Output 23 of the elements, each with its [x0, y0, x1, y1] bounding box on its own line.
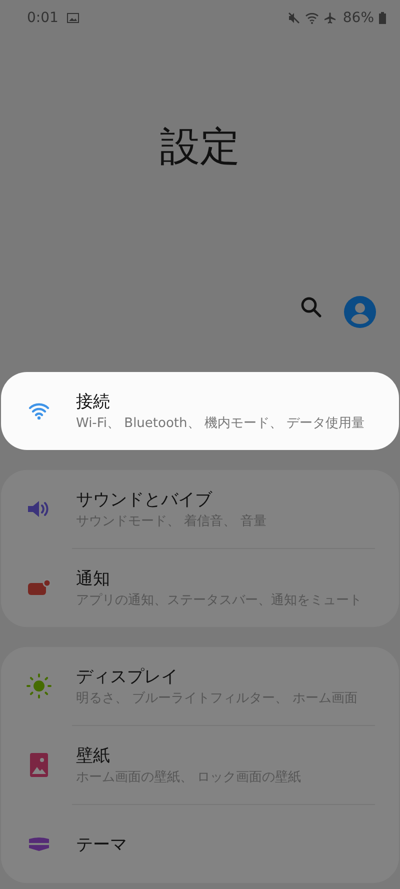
- item-title: ディスプレイ: [76, 666, 179, 688]
- battery-icon: [379, 12, 386, 24]
- page-title: 設定: [160, 122, 240, 172]
- wifi-icon: [304, 12, 319, 24]
- mute-icon: [288, 12, 300, 24]
- speaker-icon: [26, 500, 50, 518]
- item-title: サウンドとバイブ: [76, 488, 214, 511]
- sun-icon: [26, 673, 52, 699]
- item-title: 接続: [76, 390, 111, 413]
- brush-icon: [28, 837, 50, 851]
- item-title: テーマ: [76, 834, 127, 856]
- search-icon[interactable]: [300, 296, 322, 318]
- airplane-icon: [324, 12, 336, 24]
- picture-frame-icon: [30, 753, 48, 777]
- battery-level: 86%: [342, 10, 374, 26]
- item-title: 壁紙: [76, 744, 111, 767]
- status-time: 0:01: [27, 10, 58, 26]
- settings-item[interactable]: 接続 Wi-Fi、 Bluetooth、 機内モード、 データ使用量: [1, 372, 399, 450]
- item-subtitle: Wi-Fi、 Bluetooth、 機内モード、 データ使用量: [76, 416, 365, 432]
- notification-icon: [26, 579, 50, 597]
- wifi-icon: [28, 402, 50, 420]
- item-title: 通知: [76, 568, 111, 590]
- image-icon: [67, 13, 80, 23]
